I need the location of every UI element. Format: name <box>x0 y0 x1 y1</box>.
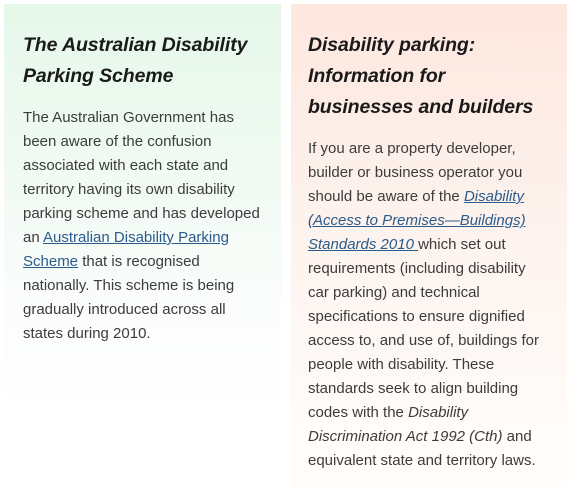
card-businesses-builders: Disability parking: Information for busi… <box>291 4 567 487</box>
card-disability-parking-scheme: The Australian Disability Parking Scheme… <box>4 4 281 487</box>
body-text: which set out requirements (including di… <box>308 236 539 421</box>
card-body: The Australian Government has been aware… <box>23 106 263 346</box>
card-body: If you are a property developer, builder… <box>308 137 549 473</box>
card-heading: The Australian Disability Parking Scheme <box>23 34 248 87</box>
card-heading: Disability parking: Information for busi… <box>308 34 534 118</box>
page: The Australian Disability Parking Scheme… <box>0 0 572 487</box>
body-text: The Australian Government has been aware… <box>23 109 260 246</box>
